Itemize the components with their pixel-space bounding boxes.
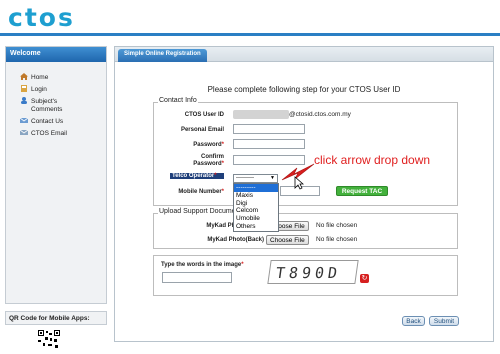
sidebar-item-label: Subject's [31, 98, 58, 105]
tab-simple-online-registration[interactable]: Simple Online Registration [118, 49, 207, 62]
qr-code-label: QR Code for Mobile Apps: [5, 311, 107, 325]
sidebar-item-label: Login [31, 86, 47, 93]
password-label: Password* [193, 142, 224, 148]
dropdown-option[interactable]: Celcom [234, 207, 278, 215]
sidebar-item-label: Home [31, 74, 49, 81]
back-button[interactable]: Back [402, 316, 425, 326]
submit-button[interactable]: Submit [429, 316, 459, 326]
header-divider [0, 33, 500, 36]
instruction-text: Please complete following step for your … [207, 85, 401, 94]
refresh-captcha-icon[interactable]: ↻ [360, 274, 369, 283]
login-icon [20, 85, 28, 92]
sidebar-item-label: CTOS Email [31, 130, 67, 137]
home-icon [20, 73, 28, 80]
annotation-text: click arrow drop down [314, 153, 431, 167]
personal-email-label: Personal Email [180, 127, 224, 133]
telco-label: Telco Operator* [170, 173, 224, 179]
sidebar-item-contact[interactable]: Contact Us [19, 117, 64, 126]
confirm-password-label: Confirm Password* [193, 154, 224, 167]
sidebar: Welcome Home Login Subject's Comments Co… [5, 46, 107, 304]
telco-selected-value: --------- [236, 175, 254, 181]
personal-email-field[interactable] [233, 124, 305, 134]
user-id-label: CTOS User ID [184, 112, 224, 118]
user-id-redacted [233, 110, 289, 119]
ctos-logo[interactable]: ctos [8, 3, 75, 32]
sidebar-item-email[interactable]: CTOS Email [19, 129, 67, 138]
mouse-cursor-icon [294, 176, 305, 190]
sidebar-header: Welcome [6, 47, 106, 62]
captcha-image: T890D [267, 260, 359, 284]
no-file-back-text: No file chosen [316, 236, 358, 243]
no-file-front-text: No file chosen [316, 222, 358, 229]
contact-icon [19, 117, 29, 124]
choose-file-back-button[interactable]: Choose File [266, 235, 309, 245]
sidebar-item-label: Comments [31, 106, 63, 113]
qr-code-icon [38, 330, 60, 349]
dropdown-option[interactable]: Digi [234, 200, 278, 208]
sidebar-item-label: Contact Us [31, 118, 64, 125]
request-tac-button[interactable]: Request TAC [336, 186, 388, 196]
chevron-down-icon[interactable]: ▼ [270, 175, 275, 181]
contact-info-legend: Contact Info [158, 97, 198, 104]
mykad-back-label: MyKad Photo(Back) [207, 237, 264, 243]
user-id-domain: @ctosid.ctos.com.my [289, 111, 351, 118]
telco-dropdown-list: --------- Maxis Digi Celcom Umobile Othe… [233, 183, 279, 232]
captcha-label: Type the words in the image* [161, 262, 244, 268]
sidebar-item-comments[interactable]: Subject's Comments [20, 97, 62, 114]
comments-icon [20, 97, 28, 104]
dropdown-option[interactable]: Maxis [234, 192, 278, 200]
dropdown-option[interactable]: --------- [234, 184, 278, 192]
dropdown-option[interactable]: Others [234, 223, 278, 231]
sidebar-item-login[interactable]: Login [20, 85, 47, 94]
mobile-number-label: Mobile Number* [178, 189, 224, 195]
dropdown-option[interactable]: Umobile [234, 215, 278, 223]
sidebar-item-home[interactable]: Home [20, 73, 48, 82]
captcha-input[interactable] [162, 272, 232, 283]
telco-select[interactable]: --------- ▼ [233, 174, 278, 183]
email-icon [19, 129, 29, 136]
password-field[interactable] [233, 139, 305, 149]
tab-bar: Simple Online Registration [115, 47, 493, 62]
